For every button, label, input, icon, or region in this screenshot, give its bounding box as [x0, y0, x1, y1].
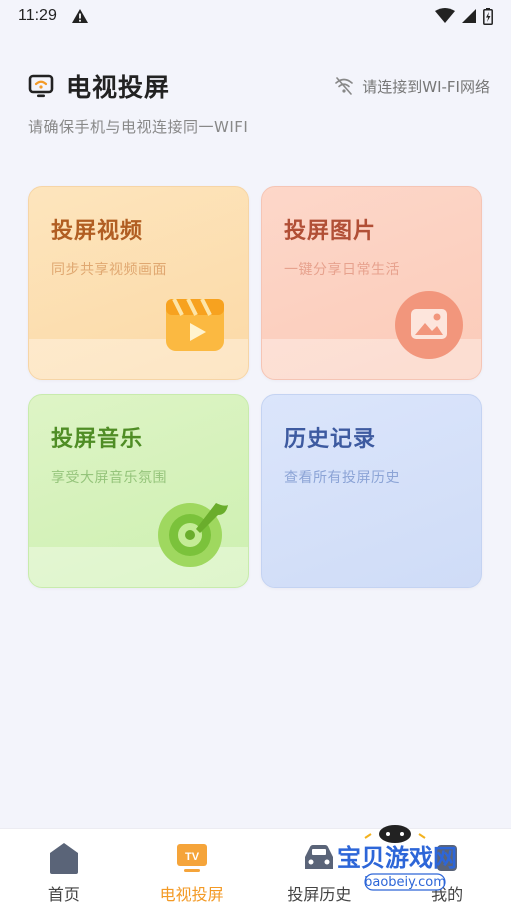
wifi-status-text: 请连接到WI-FI网络 [362, 77, 490, 96]
card-title: 投屏图片 [284, 219, 377, 244]
subtitle: 请确保手机与电视连接同一WIFI [28, 118, 249, 136]
watermark-url: baobeiy.com [364, 875, 446, 890]
card-desc: 查看所有投屏历史 [284, 470, 400, 486]
status-time: 11:29 [18, 7, 57, 24]
nav-label: 电视投屏 [159, 885, 224, 904]
card-title: 历史记录 [284, 427, 377, 452]
tv-icon: TV [176, 844, 207, 872]
cast-image-card[interactable]: 投屏图片 一键分享日常生活 [261, 186, 482, 380]
card-desc: 享受大屏音乐氛围 [51, 470, 167, 486]
card-desc: 一键分享日常生活 [284, 262, 400, 278]
battery-icon [483, 7, 493, 25]
cell-signal-icon [462, 9, 476, 23]
music-disc-icon [158, 503, 228, 567]
history-card[interactable]: 历史记录 查看所有投屏历史 [261, 394, 482, 588]
warning-icon [71, 9, 88, 23]
wifi-status[interactable]: 请连接到WI-FI网络 [334, 76, 490, 97]
status-bar: 11:29 [0, 0, 511, 32]
card-title: 投屏音乐 [51, 427, 144, 452]
card-desc: 同步共享视频画面 [51, 262, 167, 278]
status-icons [435, 7, 493, 25]
nav-item-home[interactable]: 首页 [0, 829, 128, 908]
film-play-icon [166, 298, 224, 351]
tv-icon-text: TV [185, 851, 200, 863]
nav-label: 首页 [47, 885, 80, 904]
cast-music-card[interactable]: 投屏音乐 享受大屏音乐氛围 [28, 394, 249, 588]
watermark-logo: 宝贝游戏网 baobeiy.com [337, 825, 457, 891]
tv-cast-icon [28, 74, 54, 98]
car-icon [305, 845, 334, 869]
home-icon [49, 843, 78, 874]
cast-video-card[interactable]: 投屏视频 同步共享视频画面 [28, 186, 249, 380]
card-title: 投屏视频 [51, 219, 144, 244]
wifi-signal-icon [435, 8, 455, 23]
page-title: 电视投屏 [66, 73, 171, 102]
title-row: 电视投屏 请连接到WI-FI网络 [28, 66, 490, 106]
watermark-text: 宝贝游戏网 [337, 844, 457, 872]
header: 电视投屏 请连接到WI-FI网络 请确保手机与电视连接同一WIFI [28, 66, 490, 137]
picture-icon [395, 291, 463, 359]
nav-item-tv-cast[interactable]: TV 电视投屏 [128, 829, 256, 908]
wifi-off-icon [335, 77, 354, 95]
